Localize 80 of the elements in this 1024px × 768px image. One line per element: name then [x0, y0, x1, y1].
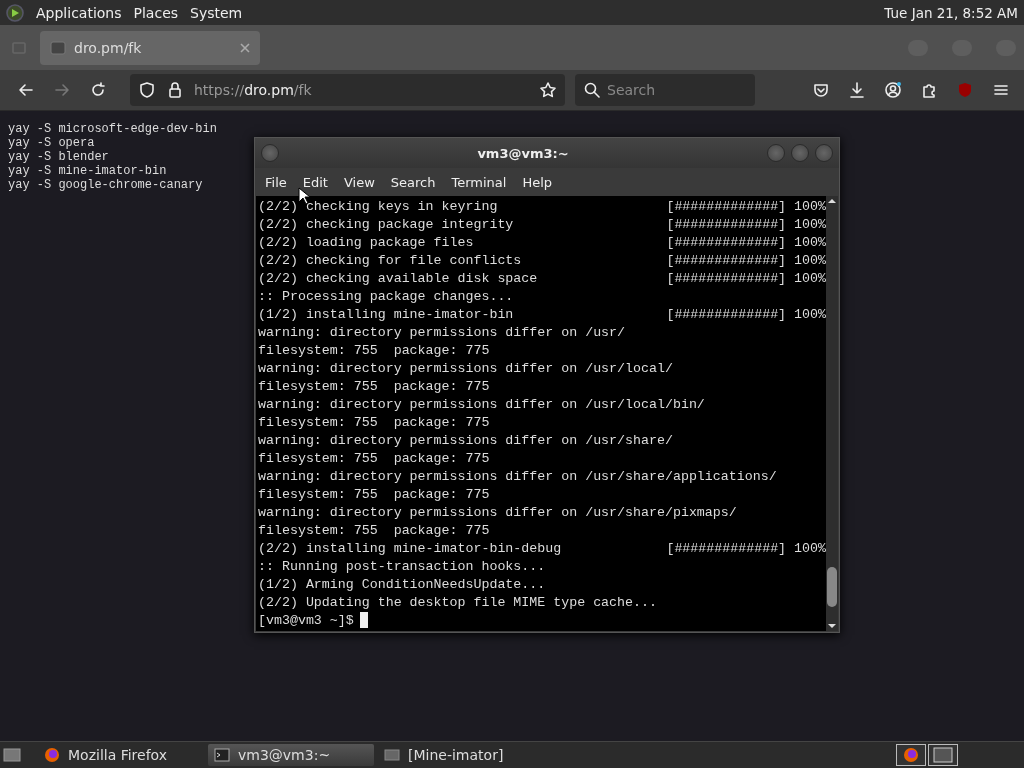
- panel-menu[interactable]: System: [190, 4, 243, 21]
- terminal-line: (2/2) checking for file conflicts: [258, 252, 522, 270]
- menu-item[interactable]: Search: [382, 174, 444, 190]
- clock[interactable]: Tue Jan 21, 8:52 AM: [884, 4, 1018, 21]
- page-text-line: yay -S blender: [8, 150, 109, 164]
- reload-icon[interactable]: [89, 81, 107, 99]
- progress-text: [#############] 100%: [666, 234, 826, 252]
- terminal-line: filesystem: 755 package: 775: [258, 378, 490, 396]
- terminal-line: warning: directory permissions differ on /usr/: [258, 324, 626, 342]
- progress-text: [#############] 100%: [666, 540, 826, 558]
- terminal-line: warning: directory permissions differ on /usr/local/: [258, 360, 673, 378]
- menu-item[interactable]: View: [335, 174, 383, 190]
- forward-icon[interactable]: [53, 81, 71, 99]
- terminal-line: (2/2) Updating the desktop file MIME type cache...: [258, 594, 657, 612]
- download-icon[interactable]: [848, 81, 866, 99]
- progress-text: [#############] 100%: [666, 216, 826, 234]
- account-icon[interactable]: [884, 81, 902, 99]
- panel-menu[interactable]: Applications: [36, 4, 122, 21]
- scroll-up-icon[interactable]: [827, 196, 837, 206]
- taskbar-button[interactable]: Mozilla Firefox: [38, 744, 204, 766]
- terminal-line: warning: directory permissions differ on /usr/share/: [258, 432, 673, 450]
- terminal-line: filesystem: 755 package: 775: [258, 342, 490, 360]
- window-title: vm3@vm3:~: [476, 145, 570, 161]
- shell-prompt: [vm3@vm3 ~]$: [258, 612, 354, 630]
- terminal-line: (2/2) installing mine-imator-bin-debug: [258, 540, 562, 558]
- menu-item[interactable]: File: [257, 174, 295, 190]
- scrollbar[interactable]: [826, 196, 838, 631]
- terminal-line: (2/2) checking available disk space: [258, 270, 538, 288]
- terminal-line: :: Running post-transaction hooks...: [258, 558, 546, 576]
- progress-text: [#############] 100%: [666, 198, 826, 216]
- back-icon[interactable]: [17, 81, 35, 99]
- page-text-line: yay -S google-chrome-canary: [8, 178, 203, 192]
- browser-tab[interactable]: dro.pm/fk: [40, 30, 260, 65]
- text-cursor: [359, 612, 368, 628]
- taskbar-button[interactable]: vm3@vm3:~: [208, 744, 374, 766]
- close-icon[interactable]: [240, 42, 250, 53]
- terminal-line: :: Processing package changes...: [258, 288, 514, 306]
- menu-item[interactable]: Edit: [294, 174, 336, 190]
- page-text-line: yay -S mine-imator-bin: [8, 164, 167, 178]
- progress-text: [#############] 100%: [666, 252, 826, 270]
- shield-icon[interactable]: [138, 81, 156, 99]
- terminal-line: (2/2) checking package integrity: [258, 216, 514, 234]
- firefox-icon: [903, 747, 919, 763]
- lock-icon[interactable]: [166, 81, 184, 99]
- window-icon: [384, 748, 400, 762]
- scrollbar-thumb[interactable]: [827, 567, 837, 607]
- star-icon[interactable]: [539, 81, 557, 99]
- terminal-line: filesystem: 755 package: 775: [258, 486, 490, 504]
- scroll-down-icon[interactable]: [827, 621, 837, 631]
- pocket-icon[interactable]: [812, 81, 830, 99]
- terminal-line: filesystem: 755 package: 775: [258, 522, 490, 540]
- page-text-line: yay -S opera: [8, 136, 95, 150]
- workspace-icon: [933, 747, 953, 763]
- menu-item[interactable]: Help: [514, 174, 561, 190]
- terminal-line: filesystem: 755 package: 775: [258, 450, 490, 468]
- terminal-line: (1/2) Arming ConditionNeedsUpdate...: [258, 576, 546, 594]
- search-icon[interactable]: [583, 81, 601, 99]
- search-field[interactable]: Search: [575, 74, 755, 106]
- terminal-icon: [214, 748, 230, 762]
- terminal-line: warning: directory permissions differ on /usr/share/pixmaps/: [258, 504, 737, 522]
- menu-item[interactable]: Terminal: [443, 174, 515, 190]
- terminal-line: (2/2) checking keys in keyring: [258, 198, 498, 216]
- firefox-icon: [44, 747, 60, 763]
- terminal-line: warning: directory permissions differ on /usr/share/applications/: [258, 468, 777, 486]
- progress-text: [#############] 100%: [666, 306, 826, 324]
- terminal-line: (2/2) loading package files: [258, 234, 474, 252]
- launcher-icon[interactable]: [6, 3, 24, 22]
- progress-text: [#############] 100%: [666, 270, 826, 288]
- terminal-line: warning: directory permissions differ on /usr/local/bin/: [258, 396, 705, 414]
- workspace-button[interactable]: [928, 744, 958, 766]
- address-bar[interactable]: https://dro.pm/fk: [130, 74, 565, 106]
- page-text-line: yay -S microsoft-edge-dev-bin: [8, 122, 217, 136]
- show-desktop-icon[interactable]: [2, 745, 22, 765]
- tray-button[interactable]: [896, 744, 926, 766]
- page-icon: [50, 39, 66, 56]
- taskbar-button[interactable]: [Mine-imator]: [378, 744, 544, 766]
- panel-menu[interactable]: Places: [133, 4, 179, 21]
- puzzle-icon[interactable]: [920, 81, 938, 99]
- terminal-line: (1/2) installing mine-imator-bin: [258, 306, 514, 324]
- terminal-line: filesystem: 755 package: 775: [258, 414, 490, 432]
